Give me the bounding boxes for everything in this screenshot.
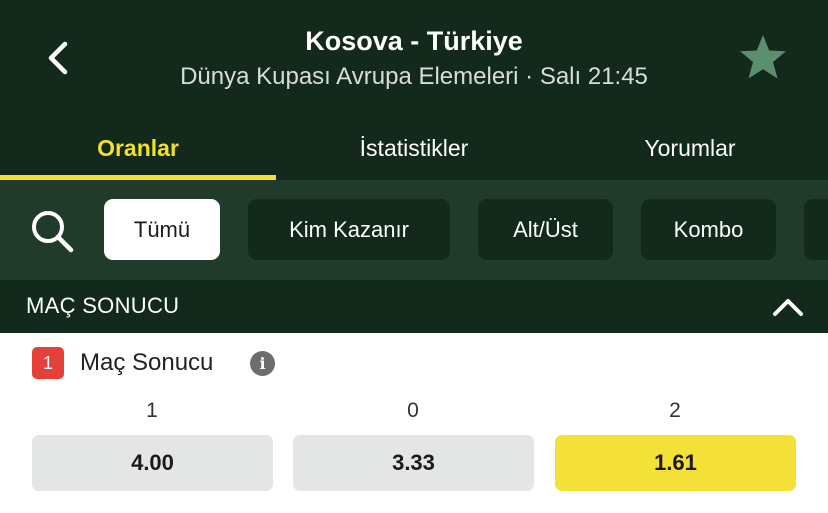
market-card: 1 Maç Sonucu i 1 0 2 4.00 3.33 1.61 — [0, 333, 828, 513]
odd-button-home[interactable]: 4.00 — [32, 435, 273, 491]
outcome-label-home: 1 — [146, 399, 158, 422]
star-icon[interactable] — [738, 32, 788, 82]
tab-yorumlar[interactable]: Yorumlar — [552, 116, 828, 180]
tab-istatistikler[interactable]: İstatistikler — [276, 116, 552, 180]
match-header: Kosova - Türkiye Dünya Kupası Avrupa Ele… — [0, 0, 828, 180]
chevron-up-icon[interactable] — [770, 290, 806, 324]
section-header[interactable]: MAÇ SONUCU — [0, 280, 828, 333]
match-title: Kosova - Türkiye — [305, 26, 523, 56]
filter-chip-kim-kazanir[interactable]: Kim Kazanır — [248, 199, 450, 260]
outcome-label-away: 2 — [669, 399, 681, 422]
filter-chip-kombo[interactable]: Kombo — [641, 199, 776, 260]
filter-chip-alt-ust[interactable]: Alt/Üst — [478, 199, 613, 260]
tab-bar: Oranlar İstatistikler Yorumlar — [0, 116, 828, 180]
match-subtitle: Dünya Kupası Avrupa Elemeleri · Salı 21:… — [180, 63, 648, 90]
market-badge: 1 — [32, 347, 64, 379]
market-title: Maç Sonucu — [80, 349, 214, 376]
odd-button-draw[interactable]: 3.33 — [293, 435, 534, 491]
outcome-label-draw: 0 — [407, 399, 419, 422]
info-icon[interactable]: i — [250, 351, 275, 376]
section-title: MAÇ SONUCU — [26, 293, 180, 318]
filter-chip-tumu[interactable]: Tümü — [104, 199, 220, 260]
odd-button-away[interactable]: 1.61 — [555, 435, 796, 491]
filter-chip-more[interactable] — [804, 199, 828, 260]
tab-oranlar[interactable]: Oranlar — [0, 116, 276, 180]
filter-bar: Tümü Kim Kazanır Alt/Üst Kombo — [0, 180, 828, 280]
search-icon[interactable] — [28, 207, 76, 255]
